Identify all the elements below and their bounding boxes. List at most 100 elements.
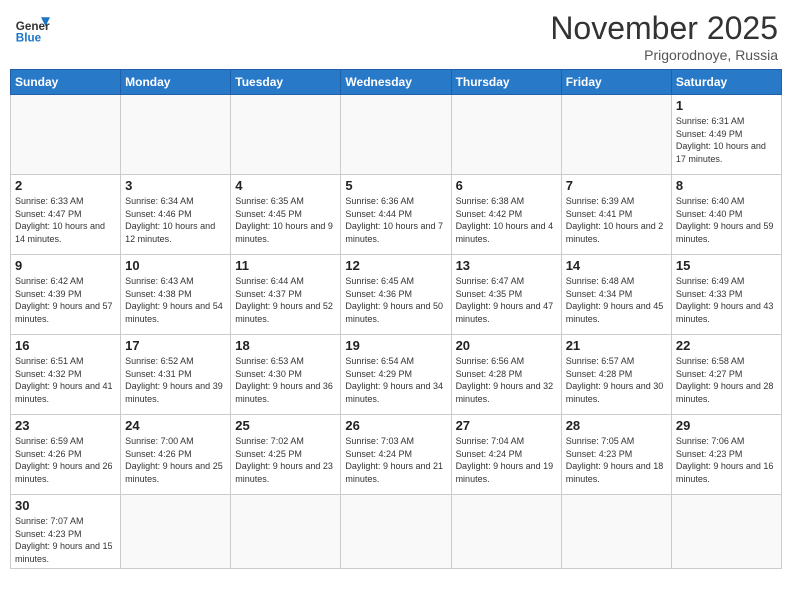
day-info: Sunrise: 7:07 AM Sunset: 4:23 PM Dayligh… <box>15 515 116 565</box>
day-number: 18 <box>235 338 336 353</box>
day-number: 12 <box>345 258 446 273</box>
day-number: 9 <box>15 258 116 273</box>
day-info: Sunrise: 6:52 AM Sunset: 4:31 PM Dayligh… <box>125 355 226 405</box>
day-number: 24 <box>125 418 226 433</box>
calendar-cell: 3Sunrise: 6:34 AM Sunset: 4:46 PM Daylig… <box>121 175 231 255</box>
day-info: Sunrise: 6:56 AM Sunset: 4:28 PM Dayligh… <box>456 355 557 405</box>
day-number: 4 <box>235 178 336 193</box>
calendar-cell: 17 Sunrise: 6:52 AM Sunset: 4:31 PM Dayli… <box>121 335 231 415</box>
day-number: 27 <box>456 418 557 433</box>
calendar-cell: 28 Sunrise: 7:05 AM Sunset: 4:23 PM Dayli… <box>561 415 671 495</box>
day-info: Sunrise: 6:45 AM Sunset: 4:36 PM Dayligh… <box>345 275 446 325</box>
day-number: 25 <box>235 418 336 433</box>
day-info: Sunrise: 6:42 AM Sunset: 4:39 PM Dayligh… <box>15 275 116 325</box>
day-number: 21 <box>566 338 667 353</box>
location: Prigorodnoye, Russia <box>550 47 778 63</box>
day-info: Sunrise: 6:39 AM Sunset: 4:41 PM Dayligh… <box>566 195 667 245</box>
calendar-cell: 25Sunrise: 7:02 AM Sunset: 4:25 PM Dayli… <box>231 415 341 495</box>
day-info: Sunrise: 6:31 AM Sunset: 4:49 PM Dayligh… <box>676 115 777 165</box>
day-info: Sunrise: 6:43 AM Sunset: 4:38 PM Dayligh… <box>125 275 226 325</box>
day-info: Sunrise: 6:47 AM Sunset: 4:35 PM Dayligh… <box>456 275 557 325</box>
calendar-cell: 1Sunrise: 6:31 AM Sunset: 4:49 PM Daylig… <box>671 95 781 175</box>
day-info: Sunrise: 6:48 AM Sunset: 4:34 PM Dayligh… <box>566 275 667 325</box>
day-info: Sunrise: 7:00 AM Sunset: 4:26 PM Dayligh… <box>125 435 226 485</box>
calendar-cell: 12 Sunrise: 6:45 AM Sunset: 4:36 PM Dayli… <box>341 255 451 335</box>
calendar-cell <box>341 95 451 175</box>
calendar-cell: 4 Sunrise: 6:35 AM Sunset: 4:45 PM Daylig… <box>231 175 341 255</box>
day-number: 20 <box>456 338 557 353</box>
day-info: Sunrise: 6:35 AM Sunset: 4:45 PM Dayligh… <box>235 195 336 245</box>
day-number: 15 <box>676 258 777 273</box>
calendar-cell: 9 Sunrise: 6:42 AM Sunset: 4:39 PM Daylig… <box>11 255 121 335</box>
calendar-cell <box>341 495 451 569</box>
calendar-week-row: 1Sunrise: 6:31 AM Sunset: 4:49 PM Daylig… <box>11 95 782 175</box>
calendar-cell: 18 Sunrise: 6:53 AM Sunset: 4:30 PM Dayli… <box>231 335 341 415</box>
calendar-cell <box>231 495 341 569</box>
weekday-header-tuesday: Tuesday <box>231 70 341 95</box>
day-info: Sunrise: 6:34 AM Sunset: 4:46 PM Dayligh… <box>125 195 226 245</box>
calendar-week-row: 16 Sunrise: 6:51 AM Sunset: 4:32 PM Dayli… <box>11 335 782 415</box>
weekday-header-monday: Monday <box>121 70 231 95</box>
calendar-cell: 30 Sunrise: 7:07 AM Sunset: 4:23 PM Dayli… <box>11 495 121 569</box>
day-number: 13 <box>456 258 557 273</box>
day-number: 8 <box>676 178 777 193</box>
calendar-cell: 21 Sunrise: 6:57 AM Sunset: 4:28 PM Dayli… <box>561 335 671 415</box>
weekday-header-friday: Friday <box>561 70 671 95</box>
weekday-header-thursday: Thursday <box>451 70 561 95</box>
day-number: 17 <box>125 338 226 353</box>
day-number: 19 <box>345 338 446 353</box>
day-info: Sunrise: 7:05 AM Sunset: 4:23 PM Dayligh… <box>566 435 667 485</box>
logo: General Blue <box>14 10 50 46</box>
day-number: 16 <box>15 338 116 353</box>
day-number: 14 <box>566 258 667 273</box>
month-title: November 2025 <box>550 10 778 47</box>
day-info: Sunrise: 6:53 AM Sunset: 4:30 PM Dayligh… <box>235 355 336 405</box>
calendar-week-row: 9 Sunrise: 6:42 AM Sunset: 4:39 PM Daylig… <box>11 255 782 335</box>
calendar-week-row: 23Sunrise: 6:59 AM Sunset: 4:26 PM Dayli… <box>11 415 782 495</box>
day-number: 30 <box>15 498 116 513</box>
calendar-cell: 10 Sunrise: 6:43 AM Sunset: 4:38 PM Dayli… <box>121 255 231 335</box>
day-info: Sunrise: 6:58 AM Sunset: 4:27 PM Dayligh… <box>676 355 777 405</box>
calendar-cell: 29Sunrise: 7:06 AM Sunset: 4:23 PM Dayli… <box>671 415 781 495</box>
calendar-cell <box>561 95 671 175</box>
calendar-cell: 13 Sunrise: 6:47 AM Sunset: 4:35 PM Dayli… <box>451 255 561 335</box>
calendar-cell: 20 Sunrise: 6:56 AM Sunset: 4:28 PM Dayli… <box>451 335 561 415</box>
day-number: 26 <box>345 418 446 433</box>
day-info: Sunrise: 6:59 AM Sunset: 4:26 PM Dayligh… <box>15 435 116 485</box>
day-info: Sunrise: 7:04 AM Sunset: 4:24 PM Dayligh… <box>456 435 557 485</box>
calendar-cell <box>671 495 781 569</box>
day-info: Sunrise: 6:54 AM Sunset: 4:29 PM Dayligh… <box>345 355 446 405</box>
calendar-cell: 22Sunrise: 6:58 AM Sunset: 4:27 PM Dayli… <box>671 335 781 415</box>
day-info: Sunrise: 6:49 AM Sunset: 4:33 PM Dayligh… <box>676 275 777 325</box>
day-info: Sunrise: 6:44 AM Sunset: 4:37 PM Dayligh… <box>235 275 336 325</box>
calendar-week-row: 30 Sunrise: 7:07 AM Sunset: 4:23 PM Dayli… <box>11 495 782 569</box>
weekday-header-saturday: Saturday <box>671 70 781 95</box>
weekday-header-row: SundayMondayTuesdayWednesdayThursdayFrid… <box>11 70 782 95</box>
calendar-cell: 6 Sunrise: 6:38 AM Sunset: 4:42 PM Daylig… <box>451 175 561 255</box>
weekday-header-sunday: Sunday <box>11 70 121 95</box>
logo-icon: General Blue <box>14 10 50 46</box>
day-number: 11 <box>235 258 336 273</box>
calendar-cell: 14 Sunrise: 6:48 AM Sunset: 4:34 PM Dayli… <box>561 255 671 335</box>
day-number: 10 <box>125 258 226 273</box>
day-number: 2 <box>15 178 116 193</box>
day-number: 5 <box>345 178 446 193</box>
calendar-cell <box>451 495 561 569</box>
day-info: Sunrise: 6:51 AM Sunset: 4:32 PM Dayligh… <box>15 355 116 405</box>
calendar-cell <box>121 95 231 175</box>
title-block: November 2025 Prigorodnoye, Russia <box>550 10 778 63</box>
day-info: Sunrise: 6:57 AM Sunset: 4:28 PM Dayligh… <box>566 355 667 405</box>
day-info: Sunrise: 6:40 AM Sunset: 4:40 PM Dayligh… <box>676 195 777 245</box>
calendar-cell <box>11 95 121 175</box>
calendar-week-row: 2Sunrise: 6:33 AM Sunset: 4:47 PM Daylig… <box>11 175 782 255</box>
calendar-cell: 2Sunrise: 6:33 AM Sunset: 4:47 PM Daylig… <box>11 175 121 255</box>
calendar-cell: 5Sunrise: 6:36 AM Sunset: 4:44 PM Daylig… <box>341 175 451 255</box>
day-info: Sunrise: 6:38 AM Sunset: 4:42 PM Dayligh… <box>456 195 557 245</box>
day-info: Sunrise: 7:03 AM Sunset: 4:24 PM Dayligh… <box>345 435 446 485</box>
day-number: 29 <box>676 418 777 433</box>
day-number: 6 <box>456 178 557 193</box>
calendar-cell: 26 Sunrise: 7:03 AM Sunset: 4:24 PM Dayli… <box>341 415 451 495</box>
day-number: 28 <box>566 418 667 433</box>
calendar-cell: 16 Sunrise: 6:51 AM Sunset: 4:32 PM Dayli… <box>11 335 121 415</box>
day-number: 7 <box>566 178 667 193</box>
